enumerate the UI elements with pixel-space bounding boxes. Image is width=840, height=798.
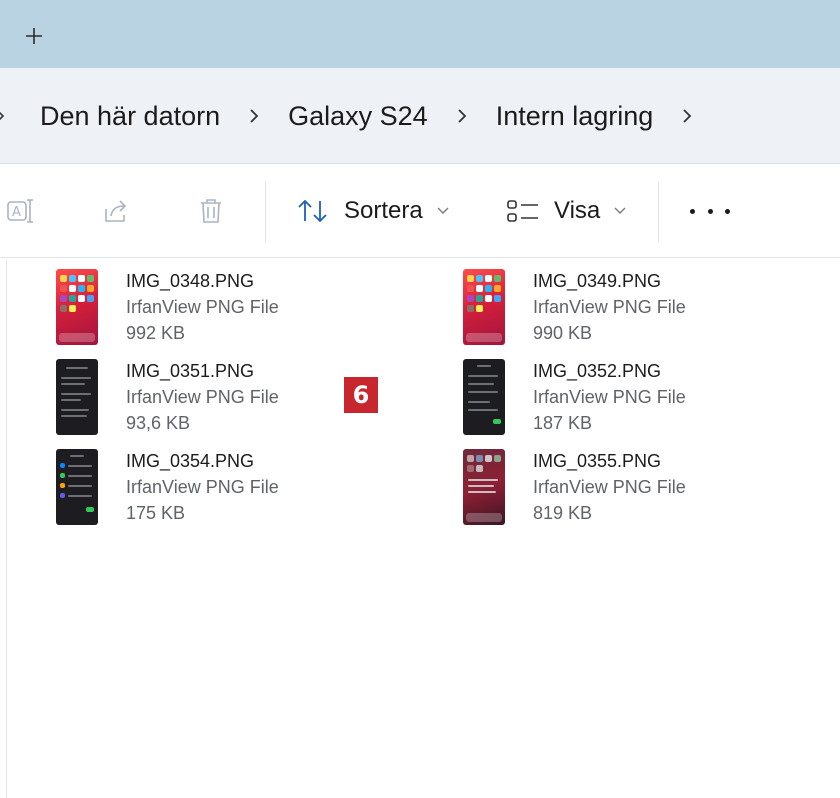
image-thumbnail	[56, 359, 98, 435]
sort-label: Sortera	[344, 197, 423, 224]
toolbar-divider	[658, 182, 659, 242]
sort-icon	[296, 196, 334, 226]
file-type: IrfanView PNG File	[533, 477, 686, 497]
more-horizontal-icon	[707, 208, 713, 214]
new-tab-button[interactable]	[14, 18, 54, 54]
file-type: IrfanView PNG File	[126, 477, 279, 497]
breadcrumb-separator-button[interactable]	[657, 96, 717, 136]
more-horizontal-icon	[725, 208, 730, 214]
chevron-down-icon	[437, 206, 449, 216]
sort-button[interactable]: Sortera	[296, 191, 449, 231]
view-label: Visa	[554, 197, 601, 224]
view-button[interactable]: Visa	[506, 191, 626, 231]
tab-bar	[0, 0, 840, 68]
image-thumbnail	[463, 449, 505, 525]
view-list-icon	[506, 196, 544, 226]
image-thumbnail	[463, 269, 505, 345]
breadcrumb-item-galaxy-s24[interactable]: Galaxy S24	[284, 101, 432, 132]
rename-button[interactable]: A	[0, 191, 40, 231]
plus-icon	[26, 28, 42, 44]
share-button[interactable]	[96, 191, 136, 231]
more-horizontal-icon	[690, 208, 695, 214]
command-bar: A Sortera Visa	[0, 164, 840, 258]
share-icon	[105, 200, 127, 222]
file-size: 93,6 KB	[126, 413, 191, 433]
file-name: IMG_0349.PNG	[533, 271, 662, 291]
breadcrumb: Den här datorn Galaxy S24 Intern lagring	[0, 68, 717, 164]
file-item[interactable]: IMG_0354.PNG IrfanView PNG File 175 KB	[56, 449, 356, 529]
breadcrumb-separator-button[interactable]	[224, 96, 284, 136]
delete-button[interactable]	[191, 191, 231, 231]
file-name: IMG_0352.PNG	[533, 361, 662, 381]
file-size: 992 KB	[126, 323, 186, 343]
file-name: IMG_0351.PNG	[126, 361, 255, 381]
breadcrumb-item-internal-storage[interactable]: Intern lagring	[492, 101, 658, 132]
more-options-button[interactable]	[690, 194, 730, 228]
file-size: 819 KB	[533, 503, 593, 523]
breadcrumb-item-this-pc[interactable]: Den här datorn	[36, 101, 224, 132]
file-name: IMG_0355.PNG	[533, 451, 662, 471]
address-bar: Den här datorn Galaxy S24 Intern lagring	[0, 68, 840, 164]
file-size: 187 KB	[533, 413, 593, 433]
file-type: IrfanView PNG File	[533, 387, 686, 407]
file-list-area: IMG_0348.PNG IrfanView PNG File 992 KB I…	[0, 259, 840, 798]
toolbar-divider	[265, 182, 266, 242]
chevron-right-icon	[458, 109, 466, 123]
file-item[interactable]: IMG_0349.PNG IrfanView PNG File 990 KB	[463, 269, 763, 349]
file-name: IMG_0354.PNG	[126, 451, 255, 471]
file-name: IMG_0348.PNG	[126, 271, 255, 291]
file-type: IrfanView PNG File	[126, 297, 279, 317]
chevron-right-icon	[683, 109, 692, 123]
file-type: IrfanView PNG File	[533, 297, 686, 317]
chevron-down-icon	[614, 206, 626, 216]
file-item[interactable]: IMG_0351.PNG IrfanView PNG File 93,6 KB	[56, 359, 356, 439]
file-size: 175 KB	[126, 503, 186, 523]
pane-divider	[6, 259, 7, 798]
rename-icon: A	[7, 199, 33, 223]
step-number-badge: 6	[344, 377, 378, 413]
breadcrumb-separator-button[interactable]	[432, 96, 492, 136]
file-type: IrfanView PNG File	[126, 387, 279, 407]
image-thumbnail	[56, 449, 98, 525]
file-item[interactable]: IMG_0355.PNG IrfanView PNG File 819 KB	[463, 449, 763, 529]
image-thumbnail	[463, 359, 505, 435]
image-thumbnail	[56, 269, 98, 345]
file-size: 990 KB	[533, 323, 593, 343]
delete-icon	[201, 199, 221, 223]
svg-text:A: A	[12, 205, 21, 220]
file-item[interactable]: IMG_0348.PNG IrfanView PNG File 992 KB	[56, 269, 356, 349]
chevron-right-icon	[0, 111, 5, 121]
chevron-right-icon	[250, 109, 259, 123]
file-item[interactable]: IMG_0352.PNG IrfanView PNG File 187 KB	[463, 359, 763, 439]
